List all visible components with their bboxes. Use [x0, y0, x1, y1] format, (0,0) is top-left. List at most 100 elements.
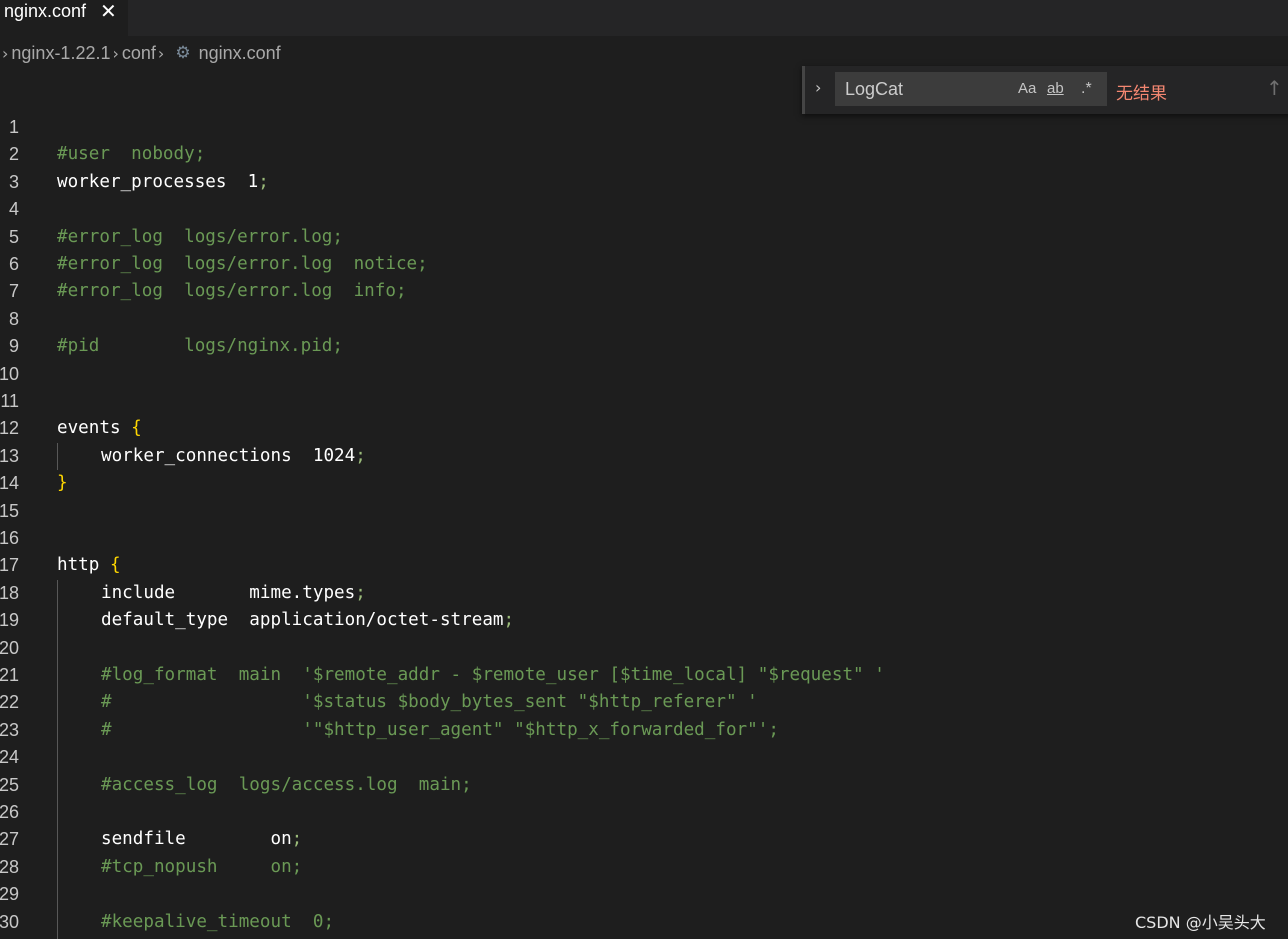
breadcrumb-item-conf[interactable]: conf	[122, 43, 156, 64]
watermark: CSDN @小吴头大	[1135, 913, 1266, 932]
code-text: #keepalive_timeout 0;	[101, 909, 334, 936]
code-line[interactable]: 18 include mime.types;	[0, 580, 1288, 607]
line-number: 28	[0, 856, 19, 877]
code-line[interactable]: 21 #log_format main '$remote_addr - $remo…	[0, 662, 1288, 689]
previous-match-icon[interactable]: ↑	[1266, 76, 1283, 100]
code-token-brace: }	[57, 473, 68, 494]
breadcrumb-item-file[interactable]: nginx.conf	[199, 43, 281, 64]
code-line[interactable]: 24	[0, 744, 1288, 771]
code-line[interactable]: 29	[0, 881, 1288, 908]
line-number: 11	[0, 391, 19, 411]
code-token-plain: default_type application/octet-stream	[101, 610, 504, 631]
code-text: #access_log logs/access.log main;	[101, 772, 472, 799]
code-text: #error_log logs/error.log info;	[57, 278, 407, 305]
code-editor[interactable]: 1 2 #user nobody; 3 worker_processes 1; 4 5 #er…	[0, 114, 1288, 939]
code-token-punct: ;	[503, 610, 515, 631]
code-text: #user nobody;	[57, 141, 205, 168]
code-text: worker_connections 1024;	[101, 443, 366, 470]
breadcrumb: › nginx-1.22.1 › conf › ⚙ nginx.conf	[0, 40, 281, 66]
code-token-comment: #error_log logs/error.log info;	[57, 281, 407, 302]
code-line[interactable]: 26	[0, 799, 1288, 826]
line-number: 1	[8, 117, 19, 137]
toggle-replace-icon[interactable]: ›	[815, 78, 821, 97]
whole-word-button[interactable]: ab	[1047, 80, 1064, 97]
code-line[interactable]: 5 #error_log logs/error.log;	[0, 224, 1288, 251]
code-token-comment: # '"$http_user_agent" "$http_x_forwarded…	[101, 719, 779, 740]
code-token-plain: include mime.types	[101, 582, 356, 603]
code-line[interactable]: 11	[0, 388, 1288, 415]
chevron-right-icon: ›	[2, 43, 9, 63]
code-token-plain: worker_connections 1024	[101, 445, 356, 466]
code-line[interactable]: 28 #tcp_nopush on;	[0, 854, 1288, 881]
code-line[interactable]: 30 #keepalive_timeout 0;	[0, 909, 1288, 936]
line-number: 17	[0, 555, 19, 576]
line-number: 22	[0, 692, 19, 713]
line-number: 20	[0, 637, 19, 658]
code-token-plain: events	[57, 418, 132, 439]
code-token-brace: {	[131, 418, 142, 439]
line-number: 26	[0, 802, 19, 822]
code-line[interactable]: 2 #user nobody;	[0, 141, 1288, 168]
tab-label: nginx.conf	[4, 1, 87, 21]
code-line[interactable]: 19 default_type application/octet-stream;	[0, 607, 1288, 634]
code-token-comment: # '$status $body_bytes_sent "$http_refer…	[101, 692, 758, 713]
code-line[interactable]: 8	[0, 306, 1288, 333]
code-line[interactable]: 23 # '"$http_user_agent" "$http_x_forward…	[0, 717, 1288, 744]
gear-icon: ⚙	[175, 43, 191, 62]
code-text: #error_log logs/error.log notice;	[57, 251, 428, 278]
code-line[interactable]: 22 # '$status $body_bytes_sent "$http_ref…	[0, 689, 1288, 716]
code-line[interactable]: 16	[0, 525, 1288, 552]
code-line[interactable]: 17 http {	[0, 552, 1288, 579]
line-number: 30	[0, 911, 19, 932]
code-text: #error_log logs/error.log;	[57, 224, 343, 251]
code-text: worker_processes 1;	[57, 169, 269, 196]
code-token-comment: #access_log logs/access.log main;	[101, 774, 472, 795]
line-number: 27	[0, 829, 19, 850]
code-token-comment: #tcp_nopush on;	[101, 856, 303, 877]
find-input-value[interactable]: LogCat	[845, 79, 903, 100]
code-line[interactable]: 1	[0, 114, 1288, 141]
line-number: 18	[0, 582, 19, 603]
code-line[interactable]: 14}	[0, 470, 1288, 497]
code-line[interactable]: 7 #error_log logs/error.log info;	[0, 278, 1288, 305]
code-line[interactable]: 10	[0, 361, 1288, 388]
code-token-punct: ;	[355, 445, 366, 466]
tab-nginx-conf[interactable]: nginx.conf ✕	[0, 0, 128, 36]
find-input[interactable]: LogCat Aa ab .*	[835, 72, 1107, 106]
breadcrumb-item-folder[interactable]: nginx-1.22.1	[11, 43, 110, 64]
line-number: 13	[0, 445, 19, 466]
line-number: 23	[0, 719, 19, 740]
code-text: events {	[57, 415, 142, 442]
code-token-comment: #keepalive_timeout 0;	[101, 911, 335, 932]
code-line[interactable]: 3 worker_processes 1;	[0, 169, 1288, 196]
code-token-punct: ;	[258, 171, 269, 192]
code-token-plain: worker_processes 1	[57, 171, 259, 192]
code-line[interactable]: 4	[0, 196, 1288, 223]
code-line[interactable]: 12 events {	[0, 415, 1288, 442]
code-token-brace: {	[109, 555, 121, 576]
indent-guide	[57, 579, 58, 939]
line-number: 6	[8, 254, 19, 274]
code-text: include mime.types;	[101, 580, 366, 607]
code-line[interactable]: 15	[0, 498, 1288, 525]
code-line[interactable]: 13 worker_connections 1024;	[0, 443, 1288, 470]
line-number: 8	[8, 308, 19, 329]
line-number: 14	[0, 473, 19, 494]
close-icon[interactable]: ✕	[100, 0, 117, 22]
find-widget: › LogCat Aa ab .* 无结果 ↑	[802, 66, 1288, 114]
code-text: #pid logs/nginx.pid;	[57, 333, 343, 360]
line-number: 19	[0, 610, 19, 631]
line-number: 21	[0, 665, 19, 685]
code-line[interactable]: 25 #access_log logs/access.log main;	[0, 772, 1288, 799]
regex-button[interactable]: .*	[1081, 80, 1092, 98]
code-line[interactable]: 9 #pid logs/nginx.pid;	[0, 333, 1288, 360]
code-line[interactable]: 27 sendfile on;	[0, 826, 1288, 853]
line-number: 7	[8, 281, 19, 302]
line-number: 9	[8, 336, 19, 357]
code-token-comment: #error_log logs/error.log;	[57, 226, 343, 247]
line-number: 24	[0, 747, 19, 768]
code-line[interactable]: 6 #error_log logs/error.log notice;	[0, 251, 1288, 278]
code-token-punct: ;	[291, 829, 303, 850]
match-case-button[interactable]: Aa	[1018, 80, 1036, 97]
code-line[interactable]: 20	[0, 635, 1288, 662]
